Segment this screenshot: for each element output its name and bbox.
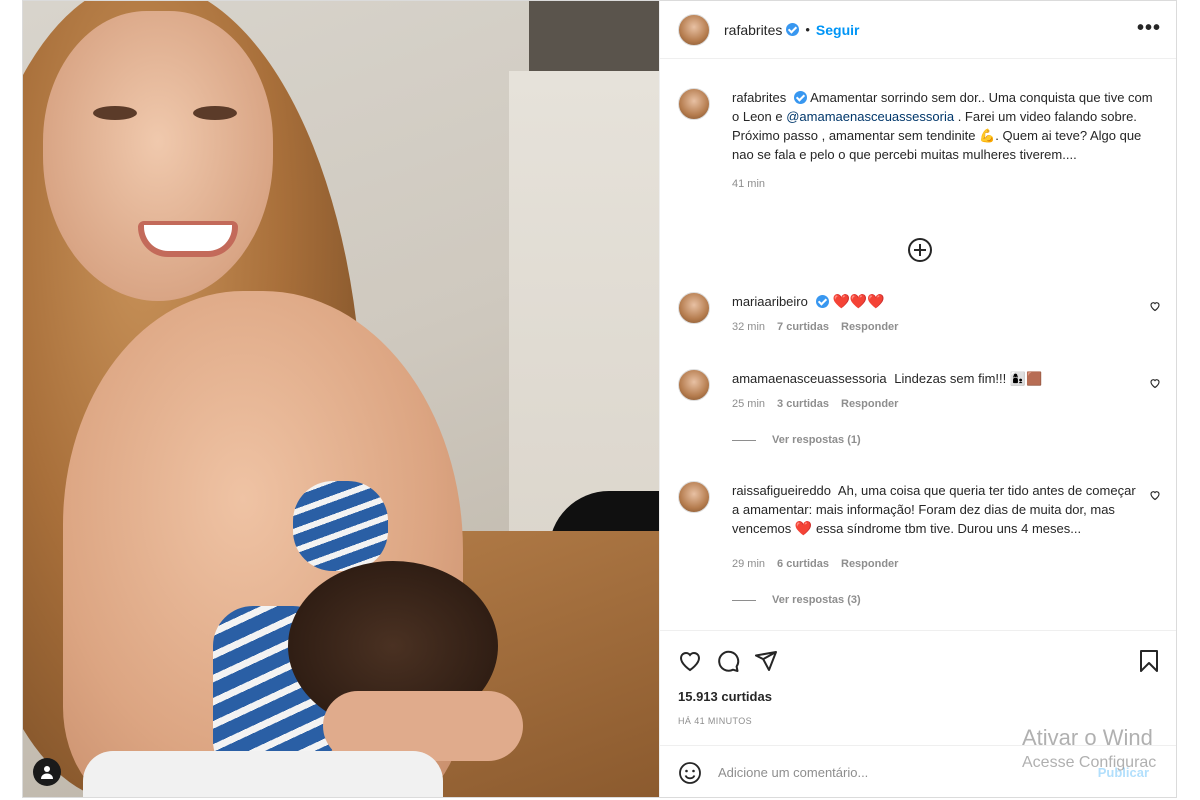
view-replies-button[interactable]: Ver respostas (3) xyxy=(732,594,1161,606)
comment-username[interactable]: raissafigueireddo xyxy=(732,483,831,498)
post-sidebar: rafabrites • Seguir ••• rafabrites Amame… xyxy=(659,1,1176,797)
author-avatar[interactable] xyxy=(678,13,710,46)
view-replies-label: Ver respostas (3) xyxy=(772,594,861,606)
comment-username[interactable]: mariaaribeiro xyxy=(732,294,808,309)
caption-mention-link[interactable]: @amamaenasceuassessoria xyxy=(786,109,954,124)
comment-text: raissafigueireddo Ah, uma coisa que quer… xyxy=(732,481,1137,538)
view-replies-button[interactable]: Ver respostas (1) xyxy=(732,434,1161,446)
caption-avatar[interactable] xyxy=(678,88,710,120)
background-wall-dark xyxy=(529,1,659,71)
comment-like-heart-icon[interactable] xyxy=(1149,377,1161,389)
caption: rafabrites Amamentar sorrindo sem dor.. … xyxy=(678,88,1161,190)
load-more-comments-icon[interactable] xyxy=(908,238,932,262)
photo-cloth xyxy=(83,751,443,797)
comment-meta: 32 min 7 curtidas Responder xyxy=(732,321,1161,333)
caption-username[interactable]: rafabrites xyxy=(732,90,786,105)
comment-time: 29 min xyxy=(732,558,766,570)
comment-time: 25 min xyxy=(732,398,766,410)
comment-item: amamaenasceuassessoria Lindezas sem fim!… xyxy=(678,369,1161,446)
view-replies-label: Ver respostas (1) xyxy=(772,434,861,446)
reply-button[interactable]: Responder xyxy=(841,398,898,410)
save-bookmark-button[interactable] xyxy=(1137,649,1161,678)
caption-time: 41 min xyxy=(732,178,766,190)
action-icons xyxy=(678,649,778,673)
reply-button[interactable]: Responder xyxy=(841,321,898,333)
comment-body: Lindezas sem fim!!! 👩‍👦🟫 xyxy=(894,371,1043,386)
comment-body: ❤️❤️❤️ xyxy=(832,293,885,309)
comment-likes[interactable]: 7 curtidas xyxy=(777,321,829,333)
comment-item: mariaaribeiro ❤️❤️❤️ 32 min 7 curtidas R… xyxy=(678,292,1161,333)
share-send-icon[interactable] xyxy=(754,649,778,673)
comment-username[interactable]: amamaenasceuassessoria xyxy=(732,371,887,386)
comment-likes[interactable]: 3 curtidas xyxy=(777,398,829,410)
follow-button[interactable]: Seguir xyxy=(816,22,860,38)
photo-baby-sleeve xyxy=(293,481,388,571)
reply-button[interactable]: Responder xyxy=(841,558,898,570)
comment-bubble-icon[interactable] xyxy=(716,649,740,673)
caption-text: rafabrites Amamentar sorrindo sem dor.. … xyxy=(732,88,1161,164)
comment-time: 32 min xyxy=(732,321,766,333)
comment-heart-emoji: ❤️ xyxy=(794,520,813,536)
photo-face xyxy=(43,11,273,301)
comment-body-continued: essa síndrome tbm tive. Durou uns 4 mese… xyxy=(815,521,1082,536)
comment-avatar[interactable] xyxy=(678,292,710,324)
tagged-users-icon[interactable] xyxy=(33,758,61,786)
comment-meta: 29 min 6 curtidas Responder xyxy=(732,558,1161,570)
photo-eye-right xyxy=(193,106,237,120)
comment-avatar[interactable] xyxy=(678,369,710,401)
likes-count[interactable]: 15.913 curtidas xyxy=(678,689,772,704)
emoji-smiley-icon[interactable] xyxy=(678,761,702,785)
author-username[interactable]: rafabrites xyxy=(724,22,782,38)
caption-meta: 41 min xyxy=(732,178,1161,190)
person-icon xyxy=(41,766,53,779)
photo-eye-left xyxy=(93,106,137,120)
replies-divider xyxy=(732,599,756,601)
post-modal: rafabrites • Seguir ••• rafabrites Amame… xyxy=(22,0,1177,798)
publish-button[interactable]: Publicar xyxy=(1098,765,1149,780)
post-actions: 15.913 curtidas HÁ 41 MINUTOS xyxy=(660,630,1176,745)
header-separator: • xyxy=(805,22,810,37)
comment-like-heart-icon[interactable] xyxy=(1149,489,1161,501)
comment-like-heart-icon[interactable] xyxy=(1149,300,1161,312)
comments-scroll-area[interactable]: rafabrites Amamentar sorrindo sem dor.. … xyxy=(660,60,1176,630)
more-options-icon[interactable]: ••• xyxy=(1137,17,1161,40)
comment-input[interactable] xyxy=(718,765,1058,780)
verified-badge-icon xyxy=(815,295,829,308)
like-heart-icon[interactable] xyxy=(678,649,702,673)
verified-badge-icon xyxy=(786,23,800,36)
post-header: rafabrites • Seguir ••• xyxy=(660,1,1176,59)
post-timestamp: HÁ 41 MINUTOS xyxy=(678,716,753,726)
bookmark-icon xyxy=(1140,650,1158,672)
comment-avatar[interactable] xyxy=(678,481,710,513)
comment-likes[interactable]: 6 curtidas xyxy=(777,558,829,570)
photo-smile xyxy=(138,221,238,257)
verified-badge-icon xyxy=(794,91,808,104)
comment-item: raissafigueireddo Ah, uma coisa que quer… xyxy=(678,481,1161,606)
comment-meta: 25 min 3 curtidas Responder xyxy=(732,398,1161,410)
replies-divider xyxy=(732,439,756,441)
post-photo[interactable] xyxy=(23,1,659,797)
comment-text: amamaenasceuassessoria Lindezas sem fim!… xyxy=(732,369,1161,388)
add-comment-bar: Publicar xyxy=(660,745,1176,797)
comment-text: mariaaribeiro ❤️❤️❤️ xyxy=(732,292,1161,311)
